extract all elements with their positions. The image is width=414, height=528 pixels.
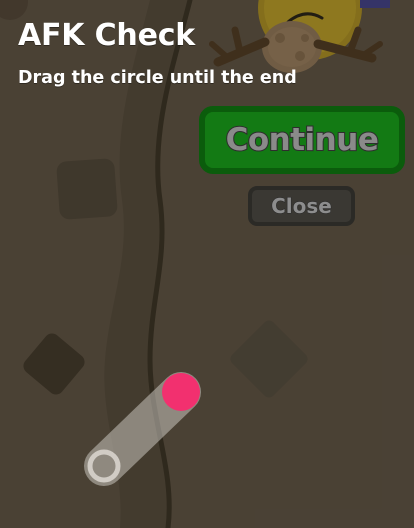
drag-circle-handle[interactable] xyxy=(162,373,200,411)
afk-check-title: AFK Check xyxy=(18,18,196,53)
afk-check-screen: AFK Check Drag the circle until the end … xyxy=(0,0,414,528)
close-button-label: Close xyxy=(271,194,333,219)
continue-button[interactable]: Continue xyxy=(199,106,405,174)
drag-instruction-text: Drag the circle until the end xyxy=(18,68,297,88)
continue-button-label: Continue xyxy=(225,121,380,159)
close-button[interactable]: Close xyxy=(248,186,355,226)
